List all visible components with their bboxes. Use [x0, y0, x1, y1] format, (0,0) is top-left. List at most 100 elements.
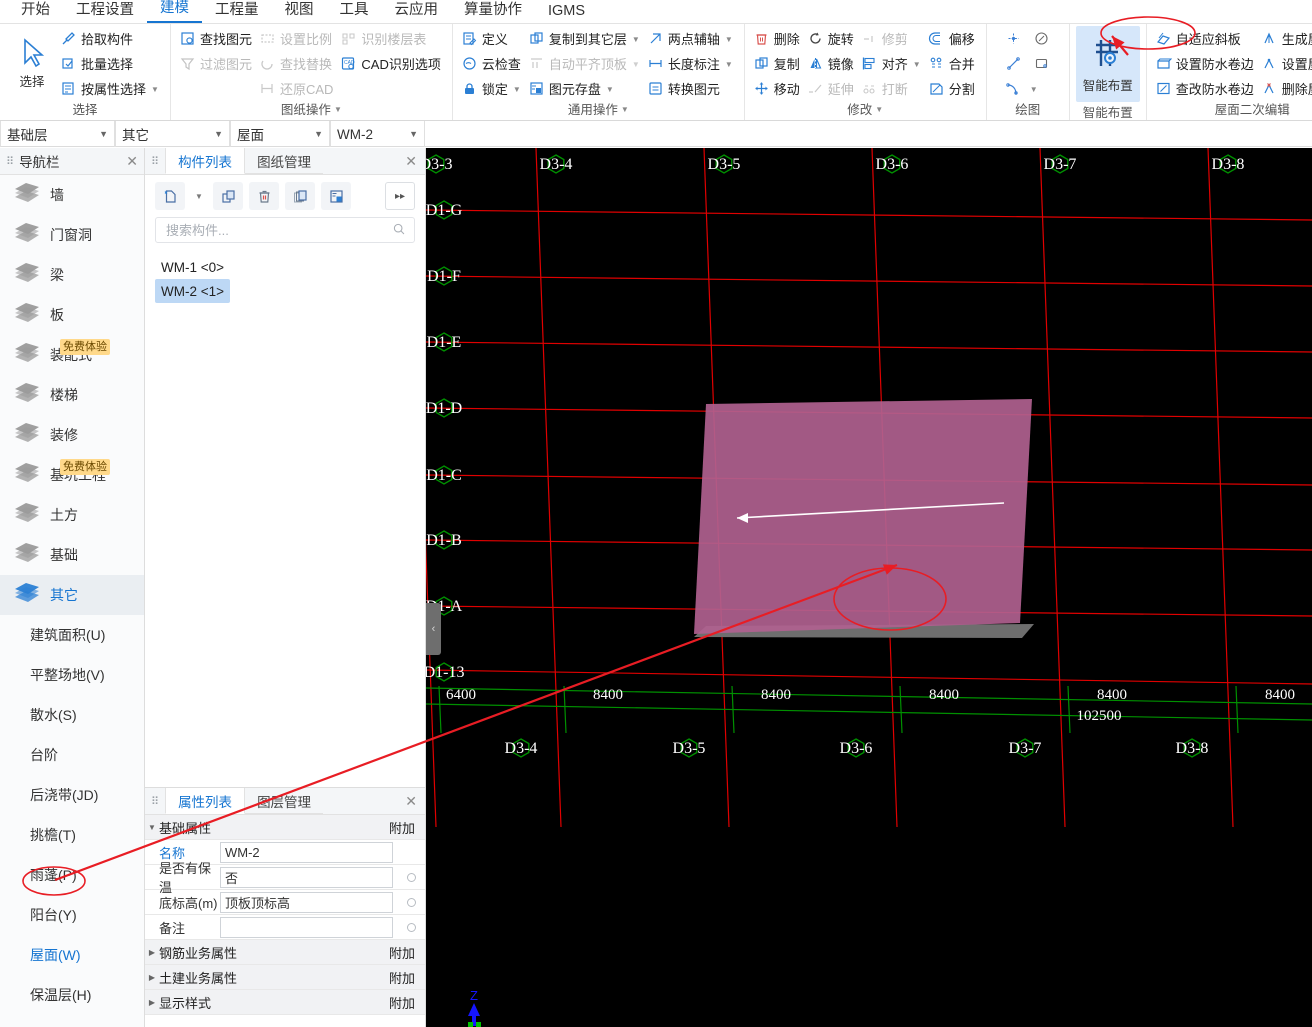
- copy-button[interactable]: 复制: [751, 52, 805, 74]
- radio-icon[interactable]: [406, 922, 416, 932]
- nav-subitem-9[interactable]: 保温层(H): [0, 975, 144, 1015]
- property-value-input[interactable]: [220, 916, 393, 938]
- chevron-down-icon[interactable]: ▼: [621, 105, 629, 114]
- nav-subitem-0[interactable]: 建筑面积(U): [0, 615, 144, 655]
- recognize-floor-table-button[interactable]: 识别楼层表: [338, 27, 445, 49]
- convert-element-button[interactable]: 转换图元: [645, 77, 738, 99]
- close-icon[interactable]: ✕: [397, 148, 425, 174]
- nav-item-基础[interactable]: 基础: [0, 535, 144, 575]
- nav-subitem-2[interactable]: 散水(S): [0, 695, 144, 735]
- break-button[interactable]: 打断: [859, 77, 926, 99]
- property-group-header[interactable]: ▶ 土建业务属性 附加: [145, 965, 425, 990]
- attach-label[interactable]: 附加: [389, 943, 425, 962]
- chevron-down-icon[interactable]: ▼: [145, 823, 159, 832]
- property-group-header[interactable]: ▶ 钢筋业务属性 附加: [145, 940, 425, 965]
- duplicate-component-button[interactable]: [285, 182, 315, 210]
- split-button[interactable]: 分割: [926, 77, 980, 99]
- chevron-down-icon[interactable]: ▼: [214, 129, 223, 139]
- trim-button[interactable]: 修剪: [859, 27, 926, 49]
- property-value-input[interactable]: [220, 866, 393, 888]
- batch-select-button[interactable]: 批量选择: [58, 52, 164, 74]
- ribbon-group-drawing-ops-title[interactable]: 图纸操作 ▼: [175, 99, 448, 121]
- tab-drawing-management[interactable]: 图纸管理: [245, 148, 324, 174]
- chevron-down-icon[interactable]: ▼: [409, 129, 418, 139]
- nav-item-板[interactable]: 板: [0, 295, 144, 335]
- adaptive-sloped-slab-button[interactable]: 自适应斜板: [1153, 27, 1259, 49]
- attach-label[interactable]: 附加: [389, 968, 425, 987]
- drag-handle-icon[interactable]: ⠿: [6, 155, 14, 168]
- drag-handle-icon[interactable]: ⠿: [145, 788, 165, 814]
- chevron-down-icon[interactable]: ▼: [725, 60, 733, 69]
- length-dimension-button[interactable]: 长度标注 ▼: [645, 52, 738, 74]
- property-value-input[interactable]: [220, 841, 393, 863]
- nav-item-梁[interactable]: 梁: [0, 255, 144, 295]
- property-radio[interactable]: [397, 897, 425, 907]
- align-button[interactable]: 对齐 ▼: [859, 52, 926, 74]
- floor-selector[interactable]: 基础层 ▼: [0, 121, 115, 147]
- move-button[interactable]: 移动: [751, 77, 805, 99]
- menu-tab-2[interactable]: 建模: [147, 0, 202, 23]
- radio-icon[interactable]: [406, 897, 416, 907]
- set-ridge-line-button[interactable]: 设置屋脊线: [1259, 52, 1312, 74]
- component-search[interactable]: [155, 217, 415, 243]
- chevron-right-icon[interactable]: ▶: [145, 948, 159, 957]
- cloud-check-button[interactable]: 云检查: [459, 52, 526, 74]
- chevron-down-icon[interactable]: ▼: [314, 129, 323, 139]
- select-by-attribute-button[interactable]: 按属性选择 ▼: [58, 77, 164, 99]
- chevron-down-icon[interactable]: ▼: [1030, 85, 1038, 94]
- chevron-down-icon[interactable]: ▼: [151, 85, 159, 94]
- select-tool-button[interactable]: 选择: [6, 34, 58, 92]
- circle-icon[interactable]: [1029, 27, 1055, 49]
- arc-icon[interactable]: [1001, 77, 1027, 99]
- property-group-header[interactable]: ▶ 显示样式 附加: [145, 990, 425, 1015]
- nav-subitem-4[interactable]: 后浇带(JD): [0, 775, 144, 815]
- edit-waterproof-flashing-button[interactable]: 查改防水卷边: [1153, 77, 1259, 99]
- chevron-down-icon[interactable]: ▼: [875, 105, 883, 114]
- nav-subitem-6[interactable]: 雨蓬(P): [0, 855, 144, 895]
- line-icon[interactable]: [1001, 52, 1027, 74]
- menu-tab-8[interactable]: IGMS: [535, 1, 598, 23]
- offset-button[interactable]: 偏移: [926, 27, 980, 49]
- nav-subitem-1[interactable]: 平整场地(V): [0, 655, 144, 695]
- lock-button[interactable]: 锁定 ▼: [459, 77, 526, 99]
- menu-tab-6[interactable]: 云应用: [382, 0, 452, 23]
- mirror-button[interactable]: 镜像: [805, 52, 859, 74]
- delete-component-button[interactable]: [249, 182, 279, 210]
- restore-cad-button[interactable]: 还原CAD: [257, 77, 338, 99]
- chevron-down-icon[interactable]: ▼: [913, 60, 921, 69]
- find-element-button[interactable]: 查找图元: [177, 27, 257, 49]
- component-type-selector[interactable]: 屋面 ▼: [230, 121, 330, 147]
- nav-item-墙[interactable]: 墙: [0, 175, 144, 215]
- free-trial-badge[interactable]: 免费体验: [60, 339, 110, 355]
- close-icon[interactable]: ✕: [397, 788, 425, 814]
- nav-item-门窗洞[interactable]: 门窗洞: [0, 215, 144, 255]
- delete-button[interactable]: 删除: [751, 27, 805, 49]
- generate-ridge-line-button[interactable]: 生成屋脊线: [1259, 27, 1312, 49]
- free-trial-badge[interactable]: 免费体验: [60, 459, 110, 475]
- nav-subitem-3[interactable]: 台阶: [0, 735, 144, 775]
- chevron-right-icon[interactable]: ▶: [145, 973, 159, 982]
- property-group-header[interactable]: ▼ 基础属性 附加: [145, 815, 425, 840]
- nav-item-基坑工程[interactable]: 基坑工程 免费体验: [0, 455, 144, 495]
- radio-icon[interactable]: [406, 872, 416, 882]
- chevron-down-icon[interactable]: ▼: [632, 60, 640, 69]
- panel-collapse-handle[interactable]: ‹: [426, 603, 441, 655]
- element-save-button[interactable]: 图元存盘 ▼: [526, 77, 645, 99]
- save-component-button[interactable]: [321, 182, 351, 210]
- rotate-button[interactable]: 旋转: [805, 27, 859, 49]
- component-list-item[interactable]: WM-2 <1>: [155, 279, 231, 303]
- point-icon[interactable]: [1001, 27, 1027, 49]
- nav-subitem-7[interactable]: 阳台(Y): [0, 895, 144, 935]
- extend-button[interactable]: 延伸: [805, 77, 859, 99]
- chevron-down-icon[interactable]: ▼: [195, 192, 203, 201]
- set-waterproof-flashing-button[interactable]: 设置防水卷边: [1153, 52, 1259, 74]
- ribbon-group-modify-title[interactable]: 修改 ▼: [749, 99, 982, 121]
- property-value-input[interactable]: [220, 891, 393, 913]
- menu-tab-5[interactable]: 工具: [327, 0, 382, 23]
- menu-tab-0[interactable]: 开始: [8, 0, 63, 23]
- chevron-right-icon[interactable]: ▶: [145, 998, 159, 1007]
- nav-item-土方[interactable]: 土方: [0, 495, 144, 535]
- pick-component-button[interactable]: 拾取构件: [58, 27, 164, 49]
- chevron-left-icon[interactable]: ‹: [432, 623, 436, 635]
- nav-item-楼梯[interactable]: 楼梯: [0, 375, 144, 415]
